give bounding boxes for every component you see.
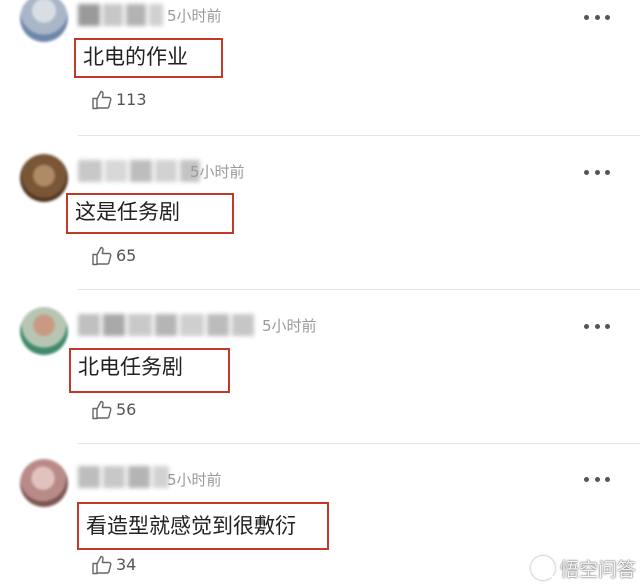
more-options-button[interactable]: [584, 13, 610, 21]
more-options-button[interactable]: [584, 475, 610, 483]
comment-item: 5小时前 这是任务剧 65: [0, 136, 640, 290]
comment-item: 5小时前 北电任务剧 56: [0, 290, 640, 444]
more-dot: [594, 323, 600, 329]
more-dot: [594, 169, 600, 175]
more-options-button[interactable]: [584, 168, 610, 176]
thumbs-up-icon: [92, 555, 112, 575]
more-dot: [605, 476, 610, 482]
watermark-text: 悟空问答: [559, 558, 636, 581]
comment-feed: 5小时前 北电的作业 113 5小时前 这是任务剧 65 5小时前 北电任务剧 …: [0, 0, 640, 585]
highlighted-comment-text: 北电任务剧: [69, 348, 230, 393]
more-horizontal-icon: [584, 14, 589, 20]
comment-item: 5小时前 北电的作业 113: [0, 0, 640, 136]
username-blurred[interactable]: [78, 314, 257, 336]
like-count: 56: [116, 400, 137, 419]
thumbs-up-icon: [92, 400, 112, 420]
username-blurred[interactable]: [78, 466, 172, 488]
avatar[interactable]: [20, 307, 68, 355]
like-button[interactable]: 65: [90, 244, 136, 268]
like-button[interactable]: 56: [90, 398, 136, 422]
more-dot: [594, 14, 600, 20]
thumbs-up-icon: [92, 246, 112, 266]
more-horizontal-icon: [584, 169, 589, 175]
more-dot: [605, 323, 610, 329]
wukong-watermark: 悟空问答: [530, 551, 636, 585]
more-options-button[interactable]: [584, 322, 610, 330]
avatar[interactable]: [20, 0, 68, 42]
highlighted-comment-text: 北电的作业: [74, 38, 223, 78]
more-horizontal-icon: [584, 323, 589, 329]
comment-timestamp: 5小时前: [167, 471, 222, 489]
more-dot: [594, 476, 600, 482]
like-count: 65: [116, 246, 137, 265]
comment-timestamp: 5小时前: [262, 317, 317, 335]
highlighted-comment-text: 这是任务剧: [66, 193, 234, 234]
more-horizontal-icon: [584, 476, 589, 482]
wukong-logo-icon: [530, 556, 555, 580]
like-count: 113: [116, 90, 147, 109]
more-dot: [605, 14, 610, 20]
like-button[interactable]: 113: [90, 88, 147, 112]
username-blurred[interactable]: [78, 160, 203, 182]
avatar[interactable]: [20, 459, 68, 507]
username-blurred[interactable]: [78, 4, 166, 26]
comment-timestamp: 5小时前: [167, 7, 222, 25]
avatar[interactable]: [20, 154, 68, 202]
like-count: 34: [116, 555, 137, 574]
highlighted-comment-text: 看造型就感觉到很敷衍: [77, 502, 329, 550]
thumbs-up-icon: [92, 90, 112, 110]
more-dot: [605, 169, 610, 175]
comment-timestamp: 5小时前: [190, 163, 245, 181]
like-button[interactable]: 34: [90, 553, 136, 577]
